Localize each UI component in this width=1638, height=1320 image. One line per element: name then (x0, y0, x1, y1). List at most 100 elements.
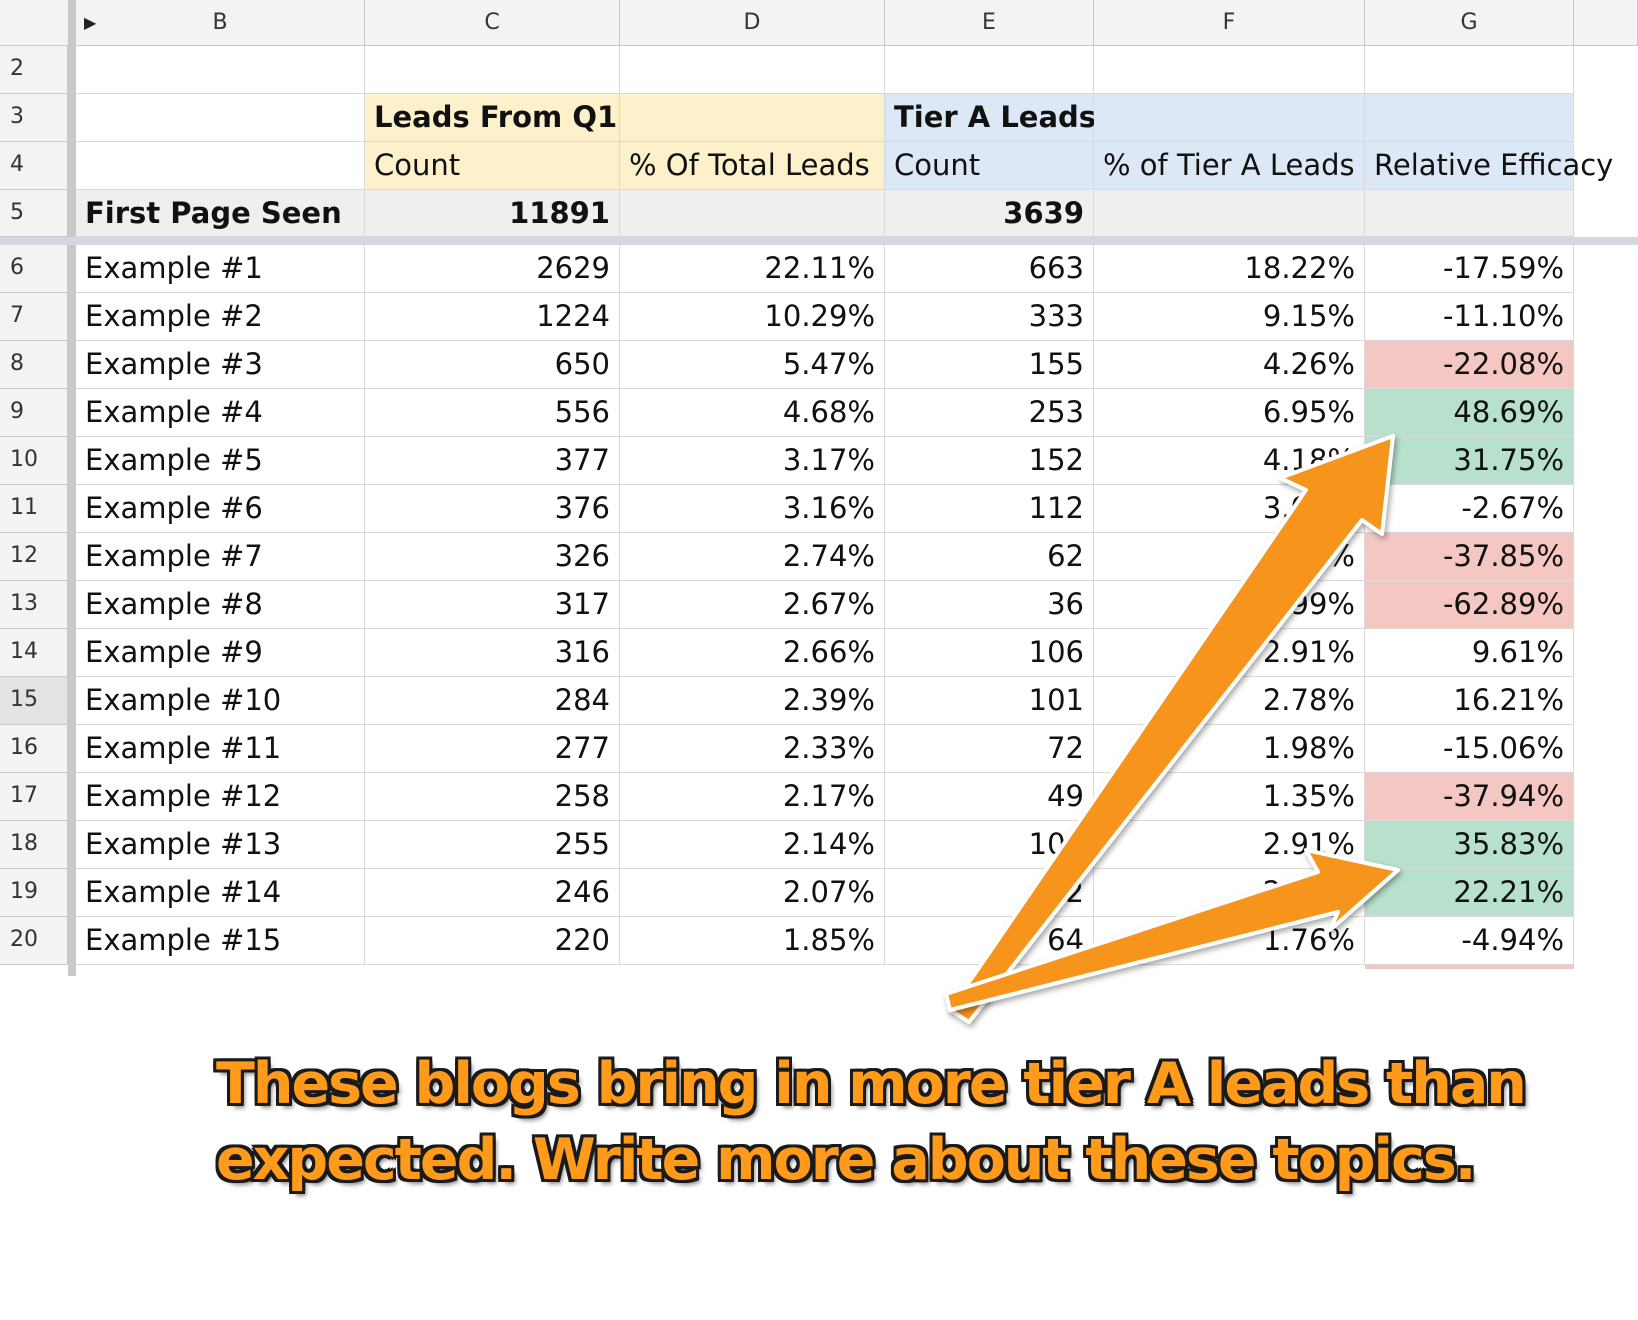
row-header-15[interactable]: 15 (0, 677, 68, 725)
row-count[interactable]: 284 (365, 677, 620, 725)
cell-g21-partial[interactable] (1365, 965, 1574, 969)
row-header-9[interactable]: 9 (0, 389, 68, 437)
cell-f5[interactable] (1094, 190, 1365, 237)
row-name[interactable]: Example #1 (76, 245, 365, 293)
row-name[interactable]: Example #12 (76, 773, 365, 821)
pct-tier-header[interactable]: % of Tier A Leads (1094, 142, 1365, 190)
column-header-e[interactable]: E (885, 0, 1094, 46)
row-pct-total[interactable]: 2.39% (620, 677, 885, 725)
row-pct-total[interactable]: 2.07% (620, 869, 885, 917)
row-pct-tier[interactable]: 0.99% (1094, 581, 1365, 629)
row-pct-total[interactable]: 22.11% (620, 245, 885, 293)
row-efficacy[interactable]: -37.94% (1365, 773, 1574, 821)
column-header-g[interactable]: G (1365, 0, 1574, 46)
tier-count-header[interactable]: Count (885, 142, 1094, 190)
row-pct-total[interactable]: 3.17% (620, 437, 885, 485)
row-efficacy[interactable]: 48.69% (1365, 389, 1574, 437)
cell-d5[interactable] (620, 190, 885, 237)
row-count[interactable]: 255 (365, 821, 620, 869)
row-pct-total[interactable]: 5.47% (620, 341, 885, 389)
row-name[interactable]: Example #13 (76, 821, 365, 869)
row-efficacy[interactable]: -62.89% (1365, 581, 1574, 629)
row-tier-count[interactable]: 64 (885, 917, 1094, 965)
row-pct-tier[interactable]: 6.95% (1094, 389, 1365, 437)
row-header-7[interactable]: 7 (0, 293, 68, 341)
row-count[interactable]: 376 (365, 485, 620, 533)
row-header-14[interactable]: 14 (0, 629, 68, 677)
row-count[interactable]: 258 (365, 773, 620, 821)
row-pct-tier[interactable]: 1.35% (1094, 773, 1365, 821)
cell-b2[interactable] (76, 46, 365, 94)
row-header-11[interactable]: 11 (0, 485, 68, 533)
row-tier-count[interactable]: 333 (885, 293, 1094, 341)
row-count[interactable]: 277 (365, 725, 620, 773)
row-count[interactable]: 2629 (365, 245, 620, 293)
row-efficacy[interactable]: 16.21% (1365, 677, 1574, 725)
column-header-c[interactable]: C (365, 0, 620, 46)
row-header-18[interactable]: 18 (0, 821, 68, 869)
row-pct-total[interactable]: 1.85% (620, 917, 885, 965)
cell-f2[interactable] (1094, 46, 1365, 94)
column-header-f[interactable]: F (1094, 0, 1365, 46)
row-name[interactable]: Example #6 (76, 485, 365, 533)
totals-count[interactable]: 11891 (365, 190, 620, 237)
row-tier-count[interactable]: 36 (885, 581, 1094, 629)
row-tier-count[interactable]: 106 (885, 821, 1094, 869)
row-header-8[interactable]: 8 (0, 341, 68, 389)
row-tier-count[interactable]: 62 (885, 533, 1094, 581)
row-tier-count[interactable]: 92 (885, 869, 1094, 917)
cell-c2[interactable] (365, 46, 620, 94)
row-pct-tier[interactable]: 1.76% (1094, 917, 1365, 965)
column-header-d[interactable]: D (620, 0, 885, 46)
row-name[interactable]: Example #10 (76, 677, 365, 725)
row-pct-total[interactable]: 2.33% (620, 725, 885, 773)
row-name[interactable]: Example #3 (76, 341, 365, 389)
row-header-2[interactable]: 2 (0, 46, 68, 94)
row-pct-total[interactable]: 2.17% (620, 773, 885, 821)
row-pct-tier[interactable]: 9.15% (1094, 293, 1365, 341)
row-pct-total[interactable]: 2.67% (620, 581, 885, 629)
row-pct-total[interactable]: 4.68% (620, 389, 885, 437)
efficacy-header[interactable]: Relative Efficacy (1365, 142, 1613, 190)
row-name[interactable]: Example #8 (76, 581, 365, 629)
row-name[interactable]: Example #15 (76, 917, 365, 965)
row-tier-count[interactable]: 106 (885, 629, 1094, 677)
column-header-h[interactable] (1574, 0, 1638, 46)
row-pct-total[interactable]: 3.16% (620, 485, 885, 533)
row-efficacy[interactable]: -2.67% (1365, 485, 1574, 533)
row-name[interactable]: Example #11 (76, 725, 365, 773)
row-pct-tier[interactable]: 2.78% (1094, 677, 1365, 725)
cell-g3[interactable] (1365, 94, 1574, 142)
cell-b3[interactable] (76, 94, 365, 142)
row-pct-tier[interactable]: 2.53% (1094, 869, 1365, 917)
row-name[interactable]: Example #9 (76, 629, 365, 677)
cell-g2[interactable] (1365, 46, 1574, 94)
row-pct-tier[interactable]: 2.91% (1094, 821, 1365, 869)
column-header-b[interactable]: B (76, 0, 365, 46)
cell-g5[interactable] (1365, 190, 1574, 237)
row-tier-count[interactable]: 49 (885, 773, 1094, 821)
row-name[interactable]: Example #5 (76, 437, 365, 485)
row-pct-tier[interactable]: 2.91% (1094, 629, 1365, 677)
row-tier-count[interactable]: 155 (885, 341, 1094, 389)
frozen-column-divider[interactable] (68, 0, 76, 976)
row-tier-count[interactable]: 72 (885, 725, 1094, 773)
row-pct-tier[interactable]: 3.08% (1094, 485, 1365, 533)
row-header-5[interactable]: 5 (0, 190, 68, 237)
count-header[interactable]: Count (365, 142, 620, 190)
row-count[interactable]: 326 (365, 533, 620, 581)
select-all-corner[interactable]: ▶ (0, 0, 100, 46)
row-count[interactable]: 316 (365, 629, 620, 677)
row-efficacy[interactable]: -11.10% (1365, 293, 1574, 341)
cell-f3[interactable] (1094, 94, 1365, 142)
row-count[interactable]: 317 (365, 581, 620, 629)
row-header-4[interactable]: 4 (0, 142, 68, 190)
row-efficacy[interactable]: 31.75% (1365, 437, 1574, 485)
column-group-toggle-icon[interactable]: ▶ (84, 0, 96, 46)
totals-label[interactable]: First Page Seen (76, 190, 365, 237)
row-pct-tier[interactable]: 1.70% (1094, 533, 1365, 581)
row-pct-tier[interactable]: 4.18% (1094, 437, 1365, 485)
row-header-16[interactable]: 16 (0, 725, 68, 773)
row-header-17[interactable]: 17 (0, 773, 68, 821)
row-header-19[interactable]: 19 (0, 869, 68, 917)
